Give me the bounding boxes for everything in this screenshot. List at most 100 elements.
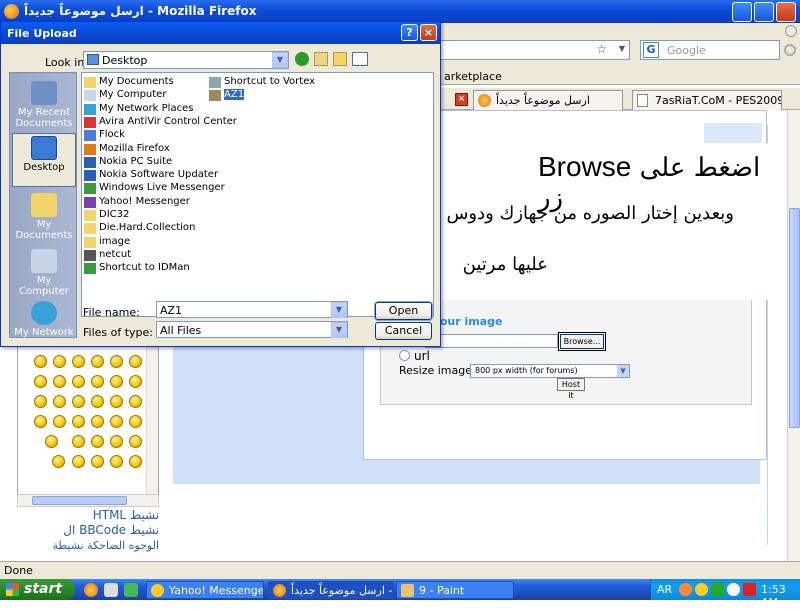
- views-menu-icon[interactable]: [352, 52, 368, 66]
- start-button[interactable]: start: [0, 579, 75, 600]
- page-scrollbar[interactable]: [787, 110, 800, 562]
- file-name-input[interactable]: AZ1 ▼: [156, 301, 348, 318]
- tray-icon[interactable]: [695, 583, 708, 596]
- file-item[interactable]: Nokia PC Suite: [84, 156, 172, 168]
- smiley-icon[interactable]: [91, 355, 104, 368]
- maximize-button[interactable]: [754, 2, 774, 22]
- smiley-scrollbar[interactable]: [146, 346, 158, 494]
- smiley-icon[interactable]: [129, 455, 142, 468]
- smiley-icon[interactable]: [72, 395, 85, 408]
- task-paint[interactable]: 9 - Paint: [396, 581, 514, 599]
- smiley-icon[interactable]: [129, 355, 142, 368]
- url-bar[interactable]: ☆ ▼: [440, 40, 630, 60]
- firefox-quicklaunch-icon[interactable]: [84, 583, 98, 597]
- file-item[interactable]: Shortcut to IDMan: [84, 262, 190, 275]
- scrollbar-thumb[interactable]: [789, 208, 800, 428]
- help-button[interactable]: ?: [401, 24, 418, 41]
- smiley-icon[interactable]: [91, 455, 104, 468]
- smiley-icon[interactable]: [53, 355, 66, 368]
- smiley-icon[interactable]: [110, 355, 123, 368]
- file-item[interactable]: Nokia Software Updater: [84, 169, 218, 182]
- smiley-icon[interactable]: [91, 375, 104, 388]
- host-it-button[interactable]: Host it: [557, 378, 585, 400]
- smiley-icon[interactable]: [129, 435, 142, 448]
- task-firefox[interactable]: ارسل موضوعاً جديداً - ...: [268, 581, 394, 599]
- smiley-icon[interactable]: [53, 375, 66, 388]
- smiley-icon[interactable]: [34, 355, 47, 368]
- smiley-icon[interactable]: [110, 455, 123, 468]
- smiley-icon[interactable]: [34, 375, 47, 388]
- file-item[interactable]: Yahoo! Messenger: [84, 196, 190, 208]
- smiley-icon[interactable]: [72, 375, 85, 388]
- bookmark-item[interactable]: arketplace: [444, 70, 502, 83]
- smiley-icon[interactable]: [91, 395, 104, 408]
- search-input[interactable]: G Google: [640, 40, 780, 60]
- cancel-button[interactable]: Cancel: [375, 322, 432, 340]
- file-item[interactable]: My Documents: [84, 76, 174, 88]
- url-radio[interactable]: [399, 350, 410, 361]
- open-button[interactable]: Open: [374, 301, 433, 321]
- file-item[interactable]: Mozilla Firefox: [84, 143, 170, 155]
- smiley-icon[interactable]: [91, 415, 104, 428]
- file-item[interactable]: My Network Places: [84, 103, 193, 115]
- file-item[interactable]: netcut: [84, 249, 131, 261]
- smilies-status-link[interactable]: الوجوه الضاحكة نشيطة: [15, 539, 159, 552]
- tray-icon[interactable]: [727, 583, 740, 596]
- place-my-computer[interactable]: My Computer: [12, 247, 76, 301]
- smiley-icon[interactable]: [72, 435, 85, 448]
- tab-new-topic[interactable]: ارسل موضوعاً جديداً: [473, 90, 623, 110]
- smiley-icon[interactable]: [110, 395, 123, 408]
- smiley-icon[interactable]: [34, 395, 47, 408]
- tray-icon[interactable]: [743, 583, 756, 596]
- file-item[interactable]: Flock: [84, 129, 125, 142]
- up-folder-icon[interactable]: [314, 52, 328, 66]
- file-path-input[interactable]: [425, 334, 558, 348]
- quicklaunch-icon[interactable]: [124, 583, 138, 597]
- smiley-icon[interactable]: [52, 455, 65, 468]
- smiley-icon[interactable]: [110, 435, 123, 448]
- smiley-icon[interactable]: [110, 415, 123, 428]
- smiley-hscroll[interactable]: [17, 494, 159, 507]
- file-item[interactable]: My Computer: [84, 89, 166, 102]
- smiley-icon[interactable]: [72, 415, 85, 428]
- tab-7asriat[interactable]: 7asRiaT.CoM - PES2009.part...: [632, 90, 782, 110]
- smiley-icon[interactable]: [129, 395, 142, 408]
- tray-icon[interactable]: [711, 583, 724, 596]
- smiley-icon[interactable]: [110, 375, 123, 388]
- smiley-icon[interactable]: [34, 415, 47, 428]
- browse-button[interactable]: Browse...: [558, 332, 606, 351]
- resize-select[interactable]: 800 px width (for forums) ▼: [470, 364, 630, 378]
- file-item[interactable]: Windows Live Messenger: [84, 182, 225, 195]
- file-item[interactable]: AZ1: [209, 89, 245, 102]
- smiley-icon[interactable]: [53, 395, 66, 408]
- tray-icon[interactable]: [679, 583, 692, 596]
- file-item[interactable]: DIC32: [84, 209, 129, 221]
- dialog-close-button[interactable]: ×: [420, 24, 437, 41]
- language-indicator[interactable]: AR: [657, 583, 672, 596]
- bbcode-status-link[interactable]: ال BBCode نشيط: [15, 523, 159, 537]
- quicklaunch-icon[interactable]: [104, 583, 118, 597]
- smiley-icon[interactable]: [91, 435, 104, 448]
- file-item[interactable]: Avira AntiVir Control Center: [84, 116, 237, 128]
- smiley-icon[interactable]: [53, 415, 66, 428]
- dropdown-icon[interactable]: ▼: [619, 44, 625, 53]
- close-tab-icon[interactable]: ×: [455, 93, 468, 106]
- look-in-select[interactable]: Desktop ▼: [83, 51, 289, 69]
- place-desktop[interactable]: Desktop: [12, 133, 76, 187]
- file-item[interactable]: Shortcut to Vortex: [209, 76, 315, 88]
- smiley-icon[interactable]: [72, 355, 85, 368]
- smiley-icon[interactable]: [45, 435, 58, 448]
- back-icon[interactable]: [295, 52, 309, 66]
- smiley-icon[interactable]: [129, 415, 142, 428]
- smiley-icon[interactable]: [72, 455, 85, 468]
- new-folder-icon[interactable]: [333, 52, 347, 66]
- scrollbar-thumb[interactable]: [32, 496, 127, 505]
- place-my-documents[interactable]: My Documents: [12, 191, 76, 245]
- place-recent[interactable]: My Recent Documents: [12, 79, 76, 133]
- file-item[interactable]: Die.Hard.Collection: [84, 222, 195, 235]
- file-item[interactable]: image: [84, 236, 130, 248]
- html-status-link[interactable]: HTML نشيط: [15, 508, 159, 522]
- file-type-select[interactable]: All Files ▼: [156, 321, 348, 338]
- close-button[interactable]: [776, 2, 796, 22]
- star-icon[interactable]: ☆: [596, 42, 607, 56]
